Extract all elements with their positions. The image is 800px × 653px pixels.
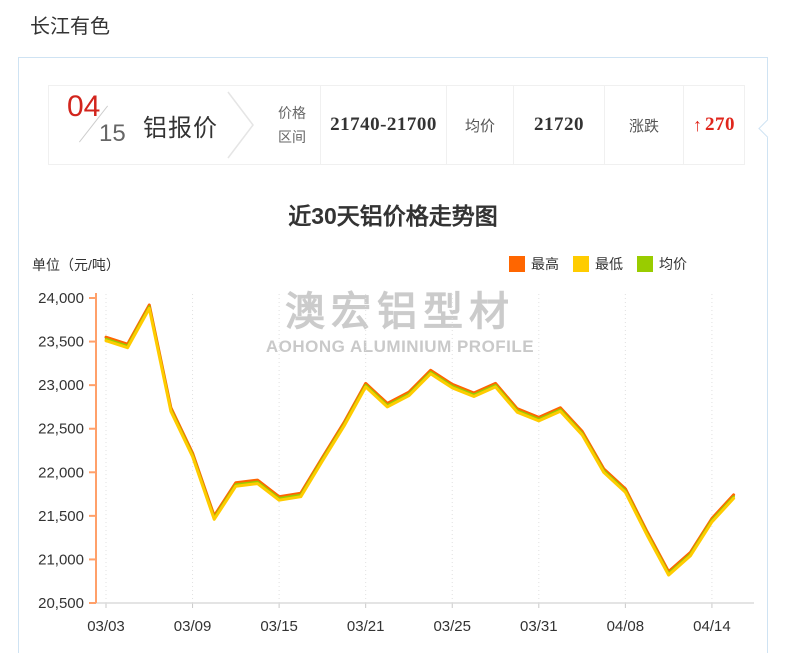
y-axis-label: 20,500: [38, 595, 84, 612]
y-axis-label: 21,500: [38, 508, 84, 525]
y-axis-label: 22,500: [38, 421, 84, 438]
x-axis-label: 03/31: [520, 618, 558, 635]
series-line-avg: [106, 307, 734, 574]
x-axis-label: 03/15: [260, 618, 298, 635]
series-line-high: [106, 305, 734, 572]
y-axis-label: 23,500: [38, 334, 84, 351]
y-axis-label: 22,000: [38, 464, 84, 481]
x-axis-label: 03/21: [347, 618, 385, 635]
x-axis-label: 03/09: [174, 618, 212, 635]
series-line-low: [106, 309, 734, 576]
x-axis-label: 04/08: [607, 618, 645, 635]
price-trend-chart: 03/03 03/09 03/15 03/21 03/25 03/31 04/08 04/14…: [0, 0, 800, 653]
y-axis-label: 21,000: [38, 551, 84, 568]
x-axis-label: 03/25: [433, 618, 471, 635]
y-axis-label: 24,000: [38, 290, 84, 307]
x-axis-label: 03/03: [87, 618, 125, 635]
page: 长江有色 04 15 铝报价 价格 区间 21740-21700 均价 2172…: [0, 0, 800, 653]
y-axis-label: 23,000: [38, 377, 84, 394]
x-axis-label: 04/14: [693, 618, 731, 635]
